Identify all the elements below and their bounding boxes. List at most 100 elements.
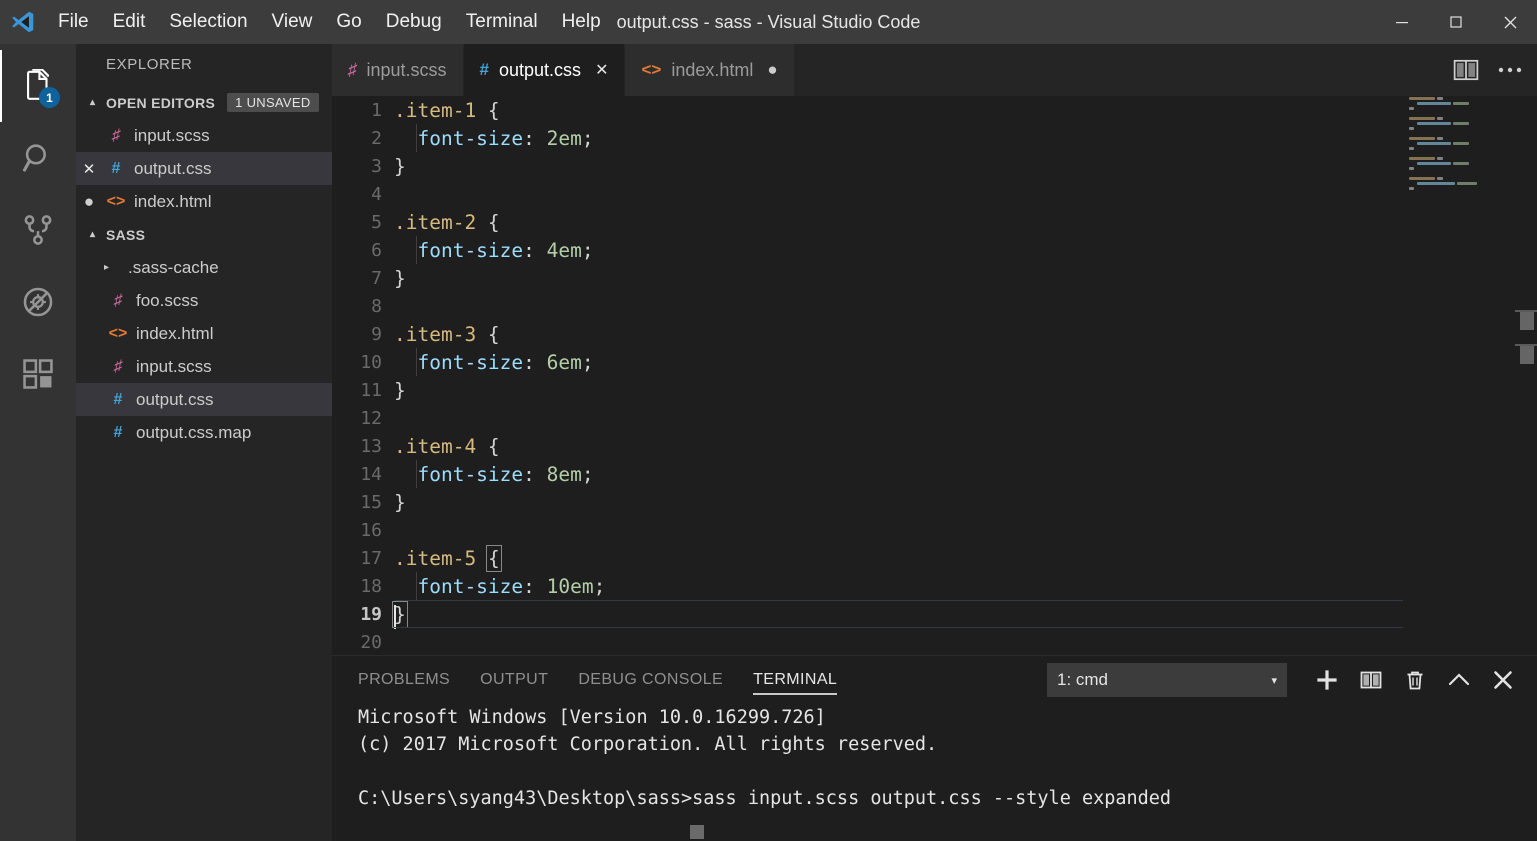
line-number: 12 [360,407,382,429]
menu-debug[interactable]: Debug [374,0,454,44]
menu-file[interactable]: File [46,0,101,44]
tab-dirty-dot-icon: ● [767,60,778,79]
trash-icon [1407,671,1423,690]
scrollbar-decoration [1520,312,1534,330]
tree-item-sass-cache[interactable]: ▸ .sass-cache [76,251,332,284]
line-number: 11 [360,379,382,401]
open-editor-label: output.css [134,158,212,178]
line-number: 14 [360,463,382,485]
activity-bar: 1 [0,44,76,841]
open-editors-label: OPEN EDITORS [106,94,216,111]
terminal-line: (c) 2017 Microsoft Corporation. All righ… [358,734,938,755]
code-line: 14 font-size: 8em; [332,460,1537,488]
line-number: 10 [360,351,382,373]
tree-item-output-css[interactable]: # output.css [76,383,332,416]
menu-edit[interactable]: Edit [101,0,158,44]
tab-index-html[interactable]: <> index.html ● [625,44,795,96]
split-terminal-button[interactable] [1349,658,1393,702]
code-line: 3} [332,152,1537,180]
maximize-button[interactable] [1429,0,1483,44]
code-line: 1 .item-1 { [332,96,1537,124]
line-number: 13 [360,435,382,457]
line-number: 9 [371,323,382,345]
explorer-badge: 1 [39,87,60,108]
terminal-output[interactable]: Microsoft Windows [Version 10.0.16299.72… [332,704,1537,841]
activity-explorer[interactable]: 1 [0,50,76,122]
code-editor[interactable]: 1 .item-1 { 2 font-size: 2em; 3} 4 5 .item… [332,96,1537,655]
line-number: 1 [371,99,382,121]
minimap[interactable] [1403,96,1515,655]
chevron-down-icon: ▾ [1271,674,1277,687]
menu-help[interactable]: Help [550,0,613,44]
editor-scrollbar[interactable] [1515,96,1537,655]
terminal-line: Microsoft Windows [Version 10.0.16299.72… [358,707,826,728]
tree-item-label: index.html [136,323,214,343]
code-line: 15} [332,488,1537,516]
tree-item-input-scss[interactable]: ♯ input.scss [76,350,332,383]
line-number: 4 [371,183,382,205]
code-line: 5 .item-2 { [332,208,1537,236]
tree-item-label: input.scss [136,356,212,376]
tab-input-scss[interactable]: ♯ input.scss [332,44,464,96]
tab-terminal[interactable]: TERMINAL [753,656,838,704]
css-file-icon: # [111,159,121,177]
menu-go[interactable]: Go [324,0,373,44]
tree-item-label: output.css.map [136,422,252,442]
tab-output[interactable]: OUTPUT [480,656,548,704]
editor-tab-bar: ♯ input.scss # output.css ✕ <> index.htm… [332,44,1537,96]
tree-item-index-html[interactable]: <> index.html [76,317,332,350]
code-text: } [394,266,406,290]
open-editor-label: input.scss [134,125,210,145]
code-text: } [392,600,408,629]
open-editors-header[interactable]: ▴ OPEN EDITORS 1 UNSAVED [76,86,332,119]
line-number: 20 [360,631,382,653]
code-line: 7} [332,264,1537,292]
activity-extensions[interactable] [0,338,76,410]
code-line: 6 font-size: 4em; [332,236,1537,264]
new-terminal-button[interactable] [1305,658,1349,702]
menu-terminal[interactable]: Terminal [454,0,550,44]
tab-debug-console[interactable]: DEBUG CONSOLE [578,656,723,704]
scss-file-icon: ♯ [114,357,122,375]
open-editor-label: index.html [134,191,212,211]
terminal-instance-select[interactable]: 1: cmd ▾ [1047,663,1287,697]
open-editor-input-scss[interactable]: ♯ input.scss [76,119,332,152]
kill-terminal-button[interactable] [1393,658,1437,702]
maximize-panel-button[interactable] [1437,658,1481,702]
close-panel-button[interactable] [1481,658,1525,702]
menu-selection[interactable]: Selection [157,0,259,44]
line-number: 5 [371,211,382,233]
split-editor-icon[interactable] [1453,58,1479,82]
code-text: .item-2 { [394,210,500,234]
line-number: 7 [371,267,382,289]
code-text: } [394,490,406,514]
ellipsis-icon[interactable] [1497,66,1523,74]
mouse-cursor [690,825,704,839]
tab-problems[interactable]: PROBLEMS [358,656,450,704]
tab-close-icon[interactable]: ✕ [595,60,608,80]
open-editor-index-html[interactable]: ● <> index.html [76,185,332,218]
code-text: } [394,154,406,178]
code-text: font-size: 10em; [417,574,606,598]
menu-view[interactable]: View [260,0,325,44]
tree-item-foo-scss[interactable]: ♯ foo.scss [76,284,332,317]
chevron-up-icon [1448,673,1470,686]
tab-output-css[interactable]: # output.css ✕ [463,44,626,96]
tree-item-output-css-map[interactable]: # output.css.map [76,416,332,449]
code-line: 4 [332,180,1537,208]
code-text: font-size: 2em; [417,126,594,150]
html-file-icon: <> [106,192,126,210]
scss-file-icon: ♯ [114,291,122,309]
activity-source-control[interactable] [0,194,76,266]
unsaved-badge: 1 UNSAVED [227,93,319,112]
close-button[interactable] [1483,0,1537,44]
panel-actions: 1: cmd ▾ [1047,658,1537,702]
activity-search[interactable] [0,122,76,194]
minimize-button[interactable] [1375,0,1429,44]
folder-header-sass[interactable]: ▴ SASS [76,218,332,251]
open-editor-output-css[interactable]: ✕ # output.css [76,152,332,185]
close-icon[interactable]: ✕ [76,160,102,178]
activity-debug[interactable] [0,266,76,338]
code-line: 10 font-size: 6em; [332,348,1537,376]
